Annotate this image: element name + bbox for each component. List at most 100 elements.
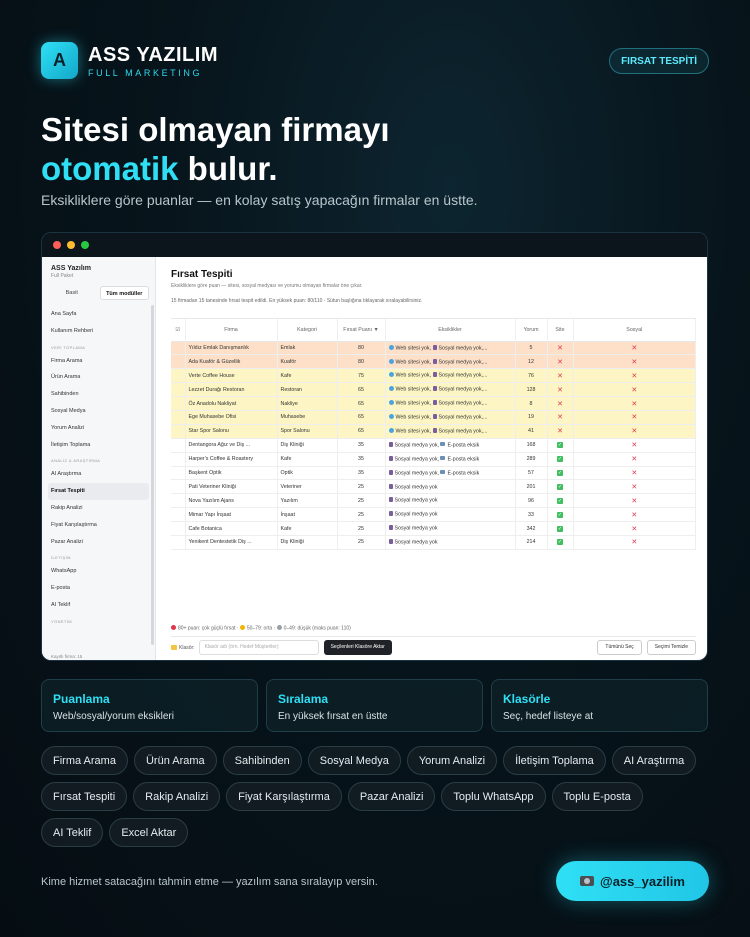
cross-icon: ✕ <box>631 358 638 366</box>
module-chip[interactable]: Firma Arama <box>41 746 128 775</box>
sidebar-scrollbar[interactable] <box>151 305 154 645</box>
row-checkbox[interactable] <box>171 410 186 425</box>
module-chip[interactable]: Sosyal Medya <box>307 746 401 775</box>
table-row[interactable]: Nova Yazılım Ajans Yazılım 25 Sosyal medya … <box>171 493 696 509</box>
table-row[interactable]: Lezzet Durağı Restoran Restoran 65 Web site… <box>171 382 696 398</box>
module-chip[interactable]: Fiyat Karşılaştırma <box>226 782 342 811</box>
sidebar-item[interactable]: Yorum Analizi <box>48 420 149 437</box>
minimize-dot-icon[interactable] <box>67 241 75 249</box>
move-to-folder-button[interactable]: Seçilenleri Klasöre Aktar <box>323 640 392 655</box>
module-chip[interactable]: AI Teklif <box>41 818 104 847</box>
column-header[interactable]: Sosyal <box>573 319 696 342</box>
module-chip[interactable]: AI Araştırma <box>611 746 697 775</box>
cell-yorum: 12 <box>515 354 548 370</box>
row-checkbox[interactable] <box>171 438 186 453</box>
mode-all-modules[interactable]: Tüm modüller <box>99 286 149 300</box>
table-row[interactable]: Verte Coffee House Kafe 75 Web sitesi yok, … <box>171 368 696 384</box>
select-all-button[interactable]: Tümünü Seç <box>597 640 642 655</box>
table-row[interactable]: Başkent Optik Optik 35 Sosyal medya yok, E-… <box>171 466 696 481</box>
row-checkbox[interactable] <box>171 452 186 467</box>
sidebar-item[interactable]: Sahibinden <box>48 386 149 403</box>
column-header[interactable]: Yorum <box>515 319 548 342</box>
sidebar-item[interactable]: Ana Sayfa <box>48 306 149 323</box>
social-icon <box>432 344 437 350</box>
globe-icon <box>388 358 394 364</box>
column-header[interactable]: Site <box>547 319 574 342</box>
cross-icon: ✕ <box>631 511 638 519</box>
column-header[interactable]: Fırsat Puanı ▼ <box>337 319 386 342</box>
instagram-cta-button[interactable]: @ass_yazilim <box>556 861 709 901</box>
table-row[interactable]: Pati Veteriner Kliniği Veteriner 25 Sosyal … <box>171 479 696 495</box>
sidebar-item[interactable]: Kullanım Rehberi <box>48 323 149 340</box>
cell-puan: 25 <box>337 521 386 536</box>
column-header[interactable]: ☑ <box>171 319 186 342</box>
module-chip[interactable]: Excel Aktar <box>109 818 189 847</box>
column-header[interactable]: Firma <box>185 319 278 342</box>
legend-text: 50–79: orta <box>246 625 273 632</box>
headline-rest: bulur. <box>178 150 278 187</box>
folder-name-input[interactable]: Klasör adı (örn. Hedef Müşteriler) <box>198 640 319 655</box>
row-checkbox[interactable] <box>171 521 186 536</box>
maximize-dot-icon[interactable] <box>81 241 89 249</box>
table-row[interactable]: Mimar Yapı İnşaat İnşaat 25 Sosyal medya yo… <box>171 507 696 523</box>
clear-selection-button[interactable]: Seçimi Temizle <box>646 640 696 655</box>
row-checkbox[interactable] <box>171 396 186 411</box>
row-checkbox[interactable] <box>171 466 186 481</box>
module-chip[interactable]: Toplu E-posta <box>551 782 643 811</box>
table-row[interactable]: Harper's Coffee & Roastery Kafe 35 Sosyal m… <box>171 452 696 467</box>
mode-basic[interactable]: Basit <box>48 286 96 300</box>
row-checkbox[interactable] <box>171 493 186 509</box>
sidebar-item[interactable]: Firma Arama <box>48 353 149 370</box>
sidebar-item[interactable]: Fiyat Karşılaştırma <box>48 517 149 534</box>
row-checkbox[interactable] <box>171 354 186 370</box>
table-row[interactable]: Ada Kuaför & Güzellik Kuaför 80 Web sitesi … <box>171 354 696 370</box>
sidebar-item[interactable]: WhatsApp <box>48 563 149 580</box>
module-chip[interactable]: Toplu WhatsApp <box>441 782 546 811</box>
module-chip[interactable]: İletişim Toplama <box>503 746 606 775</box>
sidebar-item[interactable]: E-posta <box>48 580 149 597</box>
column-header[interactable]: Eksiklikler <box>385 319 516 342</box>
table-row[interactable]: Ege Muhasebe Ofisi Muhasebe 65 Web sitesi y… <box>171 410 696 425</box>
sidebar-item[interactable]: Fırsat Tespiti <box>48 483 149 500</box>
table-row[interactable]: Star Spor Salonu Spor Salonu 65 Web sitesi … <box>171 424 696 439</box>
module-chip[interactable]: Ürün Arama <box>133 746 217 775</box>
sidebar-item[interactable]: İletişim Toplama <box>48 437 149 454</box>
results-table-wrap: ☑ Firma Kategori Fırsat Puanı ▼ Eksiklikler Y… <box>171 318 696 618</box>
row-checkbox[interactable] <box>171 479 186 495</box>
cell-kategori: İnşaat <box>277 507 338 523</box>
row-checkbox[interactable] <box>171 382 186 398</box>
sidebar-item[interactable]: AI Teklif <box>48 597 149 614</box>
table-row[interactable]: Dentangora Ağız ve Diş ... Diş Kliniği 35 S… <box>171 438 696 453</box>
module-chip[interactable]: Pazar Analizi <box>347 782 436 811</box>
module-chip[interactable]: Rakip Analizi <box>133 782 221 811</box>
row-checkbox[interactable] <box>171 424 186 439</box>
table-row[interactable]: Cafe Botanica Kafe 25 Sosyal medya yok 342 ✓… <box>171 521 696 536</box>
sidebar-item[interactable]: AI Araştırma <box>48 466 149 483</box>
cell-puan: 35 <box>337 466 386 481</box>
sidebar-item[interactable]: Rakip Analizi <box>48 500 149 517</box>
row-checkbox[interactable] <box>171 535 186 550</box>
cell-kategori: Veteriner <box>277 479 338 495</box>
module-chip[interactable]: Sahibinden <box>222 746 302 775</box>
issue-text: Sosyal medya yok,... <box>438 372 488 379</box>
row-checkbox[interactable] <box>171 341 186 356</box>
close-dot-icon[interactable] <box>53 241 61 249</box>
sidebar-item[interactable]: Sosyal Medya <box>48 403 149 420</box>
sidebar-item[interactable]: Pazar Analizi <box>48 534 149 551</box>
globe-icon <box>388 344 394 350</box>
table-row[interactable]: Yenikent Dentestetik Diş ... Diş Kliniği 2… <box>171 535 696 550</box>
cell-sosyal: ✕ <box>573 410 696 425</box>
module-chip[interactable]: Yorum Analizi <box>406 746 498 775</box>
table-row[interactable]: Yıldız Emlak Danışmanlık Emlak 80 Web sites… <box>171 341 696 356</box>
issue-text: Sosyal medya yok <box>394 497 438 504</box>
sidebar-item[interactable]: Ürün Arama <box>48 369 149 386</box>
cell-kategori: Diş Kliniği <box>277 438 338 453</box>
cell-eksiklikler: Sosyal medya yok <box>385 479 516 495</box>
cross-icon: ✕ <box>631 525 638 533</box>
module-chip[interactable]: Fırsat Tespiti <box>41 782 128 811</box>
column-header[interactable]: Kategori <box>277 319 338 342</box>
cell-puan: 80 <box>337 341 386 356</box>
table-row[interactable]: Öz Anadolu Nakliyat Nakliye 65 Web sitesi y… <box>171 396 696 411</box>
row-checkbox[interactable] <box>171 368 186 384</box>
row-checkbox[interactable] <box>171 507 186 523</box>
